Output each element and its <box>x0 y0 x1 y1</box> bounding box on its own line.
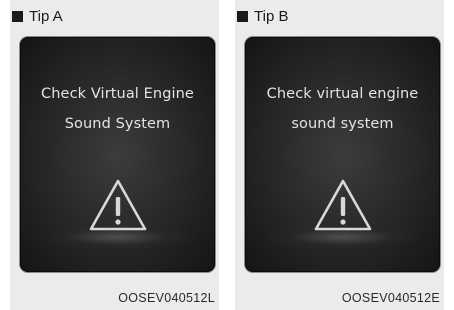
tip-b-header: Tip B <box>237 5 288 27</box>
warning-triangle-icon <box>89 179 146 231</box>
tip-a-panel: Tip A Check Virtual Engine Sound System … <box>10 0 219 310</box>
warning-message-a: Check Virtual Engine Sound System <box>20 79 215 139</box>
tip-b-label: Tip B <box>254 7 289 25</box>
warning-message-a-line2: Sound System <box>64 116 171 132</box>
square-bullet-icon <box>12 10 23 22</box>
square-bullet-icon <box>237 10 248 22</box>
tip-b-panel: Tip B Check virtual engine sound system … <box>235 0 444 310</box>
warning-message-b-line1: Check virtual engine <box>266 86 419 102</box>
cluster-display-a: Check Virtual Engine Sound System <box>20 37 215 272</box>
warning-message-b-line2: sound system <box>291 116 394 132</box>
tip-a-label: Tip A <box>29 7 63 25</box>
cluster-display-b: Check virtual engine sound system <box>245 37 440 272</box>
warning-message-a-line1: Check Virtual Engine <box>41 86 194 102</box>
figure-code-b: OOSEV040512E <box>341 291 440 305</box>
tip-a-header: Tip A <box>12 5 63 27</box>
warning-triangle-icon <box>314 179 371 231</box>
figure-code-a: OOSEV040512L <box>118 291 215 305</box>
warning-message-b: Check virtual engine sound system <box>245 79 440 139</box>
